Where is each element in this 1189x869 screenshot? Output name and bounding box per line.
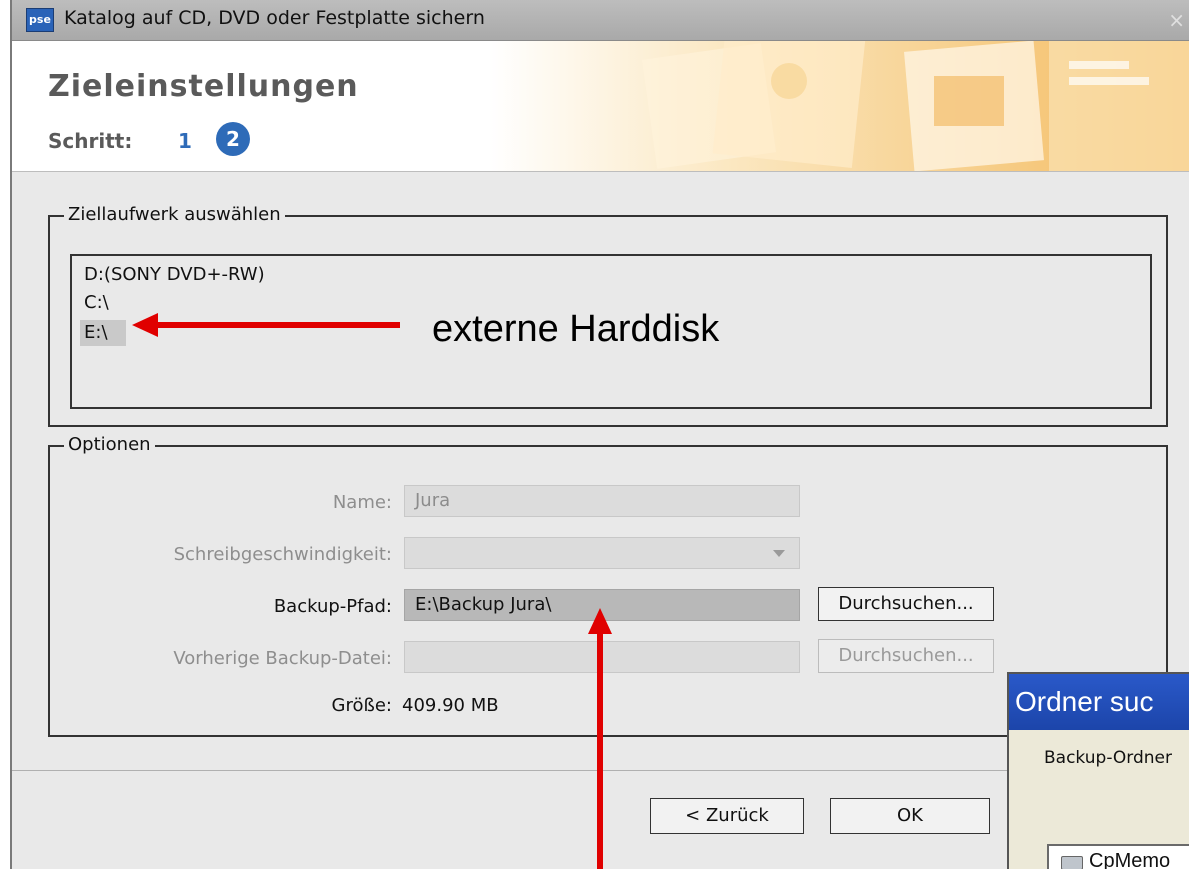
pse-app-icon: pse	[26, 8, 54, 32]
write-speed-label: Schreibgeschwindigkeit:	[173, 544, 392, 565]
annotation-external-harddisk: externe Harddisk	[432, 308, 720, 350]
browse-previous-backup-button[interactable]: Durchsuchen...	[818, 639, 994, 673]
backup-path-label: Backup-Pfad:	[273, 596, 392, 617]
step-indicator-2-current: 2	[216, 122, 250, 156]
drive-icon	[1061, 856, 1083, 869]
target-drive-legend: Ziellaufwerk auswählen	[64, 204, 285, 225]
wizard-header: Zieleinstellungen Schritt: 1 2	[12, 41, 1189, 172]
title-bar: pse Katalog auf CD, DVD oder Festplatte …	[12, 0, 1189, 41]
size-label: Größe:	[331, 695, 392, 716]
write-speed-select[interactable]	[404, 537, 800, 569]
page-title: Zieleinstellungen	[48, 69, 359, 104]
annotation-arrow-shaft	[140, 322, 400, 328]
ok-button[interactable]: OK	[830, 798, 990, 834]
browse-folder-dialog-title: Ordner suc	[1009, 674, 1189, 730]
browse-folder-dialog: Ordner suc Backup-Ordner CpMemo	[1007, 672, 1189, 869]
folder-tree[interactable]: CpMemo	[1047, 844, 1189, 869]
drive-item[interactable]: C:\	[80, 292, 113, 313]
drive-item[interactable]: D:(SONY DVD+-RW)	[80, 264, 269, 285]
window-title: Katalog auf CD, DVD oder Festplatte sich…	[64, 7, 485, 29]
header-decoration-image	[489, 41, 1189, 171]
name-label: Name:	[332, 492, 392, 513]
options-group: Optionen Name: Jura Schreibgeschwindigke…	[48, 434, 1168, 737]
name-field[interactable]: Jura	[404, 485, 800, 517]
browse-backup-path-button[interactable]: Durchsuchen...	[818, 587, 994, 621]
drive-item-selected[interactable]: E:\	[80, 320, 126, 346]
annotation-arrow-vertical-shaft	[597, 628, 603, 869]
step-indicator-1: 1	[178, 129, 192, 153]
step-label: Schritt:	[48, 129, 133, 153]
options-legend: Optionen	[64, 434, 155, 455]
back-button[interactable]: < Zurück	[650, 798, 804, 834]
browse-folder-dialog-text: Backup-Ordner	[1044, 748, 1173, 768]
previous-backup-label: Vorherige Backup-Datei:	[173, 648, 392, 669]
folder-tree-item[interactable]: CpMemo	[1089, 850, 1170, 869]
close-icon[interactable]: ×	[1168, 8, 1185, 32]
chevron-down-icon	[773, 550, 785, 557]
size-value: 409.90 MB	[402, 695, 499, 716]
